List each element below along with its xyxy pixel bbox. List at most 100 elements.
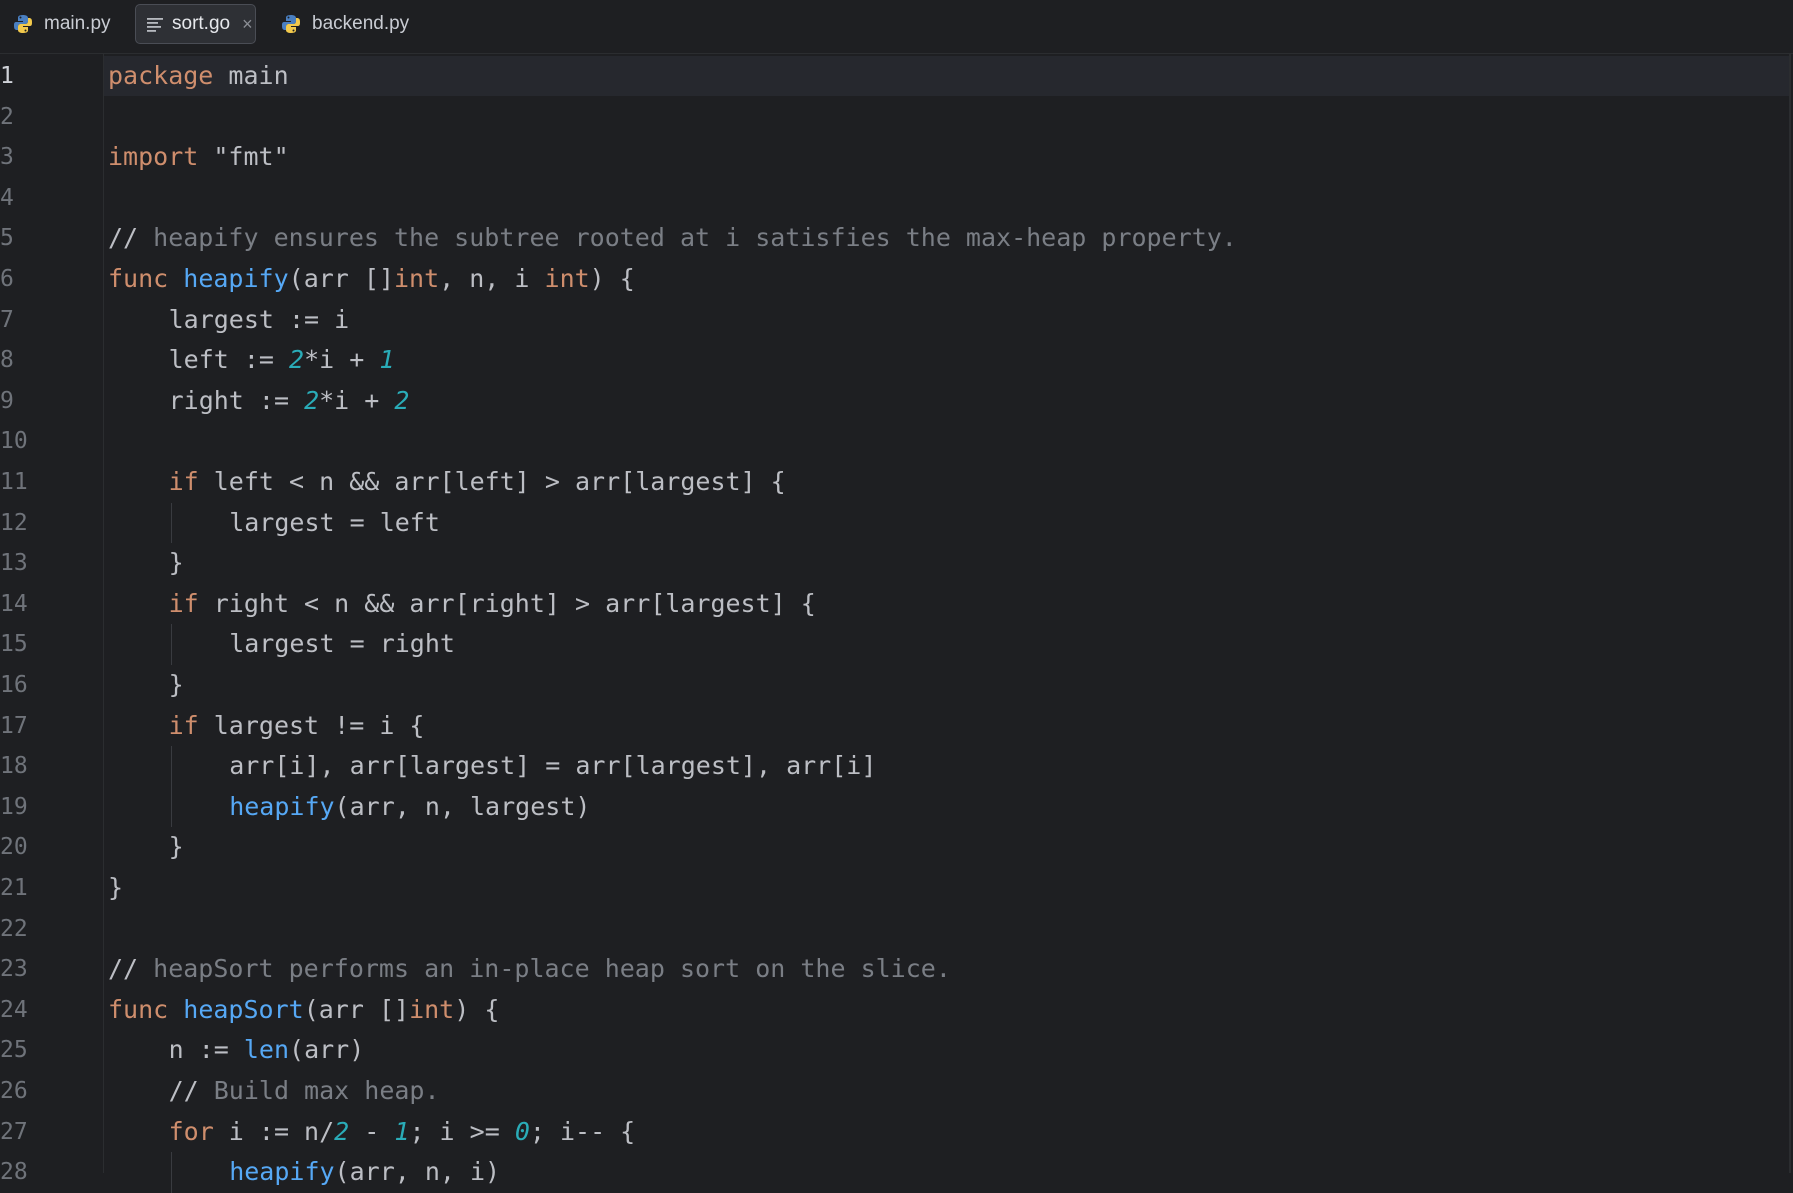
line-number: 3 (0, 144, 14, 171)
code-token: } (168, 670, 184, 699)
line-number: 14 (0, 590, 28, 617)
code-token: Build max heap. (213, 1076, 440, 1105)
code-text: largest = right (229, 624, 455, 664)
code-token: largest != i { (198, 710, 425, 740)
code-text: // heapSort performs an in-place heap so… (108, 949, 951, 989)
line-number: 4 (0, 184, 14, 211)
code-token: } (108, 873, 124, 902)
code-token: main (213, 61, 289, 90)
line-number: 23 (0, 956, 28, 983)
code-line[interactable]: 15 largest = right (0, 624, 1780, 664)
code-line[interactable]: 28 heapify(arr, n, i) (0, 1152, 1780, 1192)
code-token: right < n && arr[right] > arr[largest] { (198, 588, 816, 618)
code-line[interactable]: 5 // heapify ensures the subtree rooted a… (0, 218, 1780, 258)
tab-backend-py[interactable]: backend.py (276, 4, 413, 44)
code-line[interactable]: 24 func heapSort(arr []int) { (0, 990, 1780, 1030)
code-editor[interactable]: 1 package main 2 3 import "fmt" 4 5// heapify … (0, 54, 1793, 1193)
code-line[interactable]: 8 left := 2*i + 1 (0, 340, 1780, 380)
code-token: len (243, 1035, 290, 1065)
code-line[interactable]: 25 n := len(arr) (0, 1030, 1780, 1070)
code-line[interactable]: 4 (0, 178, 1780, 218)
code-text: for i := n/2 - 1; i >= 0; i-- { (169, 1112, 636, 1152)
code-token: 2 (394, 385, 410, 415)
code-token: import (108, 142, 199, 172)
code-line[interactable]: 18 arr[i], arr[largest] = arr[largest], a… (0, 746, 1780, 786)
tab-main-py[interactable]: main.py (8, 4, 115, 44)
code-line[interactable]: 12 largest = left (0, 503, 1780, 543)
line-number: 15 (0, 631, 28, 658)
code-line[interactable]: 1 package main (0, 56, 1780, 96)
code-line[interactable]: 9 right := 2*i + 2 (0, 381, 1780, 421)
editor-tab-bar: main.py sort.go × backend.py (0, 0, 1793, 54)
code-token: func (108, 264, 169, 293)
code-text: package main (108, 56, 289, 96)
indent-guide (170, 502, 172, 544)
code-text: } (169, 827, 184, 867)
code-text: heapify(arr, n, i) (229, 1152, 500, 1192)
code-line[interactable]: 6 func heapify(arr []int, n, i int) { (0, 259, 1780, 299)
python-icon (280, 13, 302, 35)
code-line[interactable]: 11 if left < n && arr[left] > arr[largest… (0, 462, 1780, 502)
code-line[interactable]: 16} (0, 665, 1780, 705)
code-line[interactable]: 3 import "fmt" (0, 137, 1780, 177)
line-number: 13 (0, 550, 28, 577)
code-token: heapSort (183, 994, 304, 1024)
indent-guide (170, 746, 172, 828)
code-token: int (394, 264, 440, 293)
code-line[interactable]: 22 (0, 909, 1780, 949)
code-text: left := 2*i + 1 (169, 340, 395, 380)
code-line[interactable]: 27 for i := n/2 - 1; i >= 0; i-- { (0, 1112, 1780, 1152)
code-token: for (168, 1116, 214, 1146)
code-line[interactable]: 23 // heapSort performs an in-place heap … (0, 949, 1780, 989)
code-text: } (108, 868, 123, 908)
code-token: i := n/ (213, 1116, 335, 1146)
line-number: 2 (0, 103, 14, 130)
line-number: 28 (0, 1159, 28, 1186)
line-number: 17 (0, 712, 28, 739)
code-token: if (168, 710, 199, 740)
code-token: n := (168, 1035, 244, 1065)
code-token: ) { (454, 994, 500, 1024)
code-token: 1 (394, 1116, 410, 1146)
tab-sort-go[interactable]: sort.go × (135, 4, 256, 44)
code-token: heapify (183, 264, 289, 293)
code-line[interactable]: 17 if largest != i { (0, 706, 1780, 746)
line-number: 1 (0, 63, 14, 89)
line-number: 11 (0, 469, 28, 495)
code-token: package (108, 61, 214, 90)
line-number: 20 (0, 834, 28, 861)
code-line[interactable]: 10 (0, 421, 1780, 461)
line-number: 22 (0, 915, 28, 942)
line-number: 24 (0, 996, 28, 1023)
code-line[interactable]: 14 if right < n && arr[right] > arr[large… (0, 584, 1780, 624)
line-number: 27 (0, 1118, 28, 1145)
code-token: largest = right (229, 629, 455, 659)
code-text: right := 2*i + 2 (169, 381, 410, 421)
code-line[interactable]: 21} (0, 868, 1780, 908)
code-token: (arr, n, largest) (334, 791, 591, 821)
code-line[interactable]: 20} (0, 827, 1780, 867)
code-line[interactable]: 2 (0, 97, 1780, 137)
code-token: 2 (304, 385, 320, 415)
code-token: } (168, 548, 184, 578)
code-token: "fmt" (198, 142, 289, 172)
code-token: right := (168, 385, 305, 415)
code-line[interactable]: 26 // Build max heap. (0, 1071, 1780, 1111)
code-text: largest = left (229, 503, 440, 543)
line-number: 8 (0, 347, 14, 374)
code-line[interactable]: 19 heapify(arr, n, largest) (0, 787, 1780, 827)
code-token: - (349, 1116, 395, 1146)
line-number: 18 (0, 753, 28, 780)
code-text: // heapify ensures the subtree rooted at… (108, 218, 1237, 258)
code-line[interactable]: 13} (0, 543, 1780, 583)
editor-scrollbar[interactable] (1789, 54, 1791, 1173)
code-token: left < n && arr[left] > arr[largest] { (198, 467, 786, 496)
code-token: 2 (334, 1116, 350, 1146)
code-token: , n, i (439, 264, 545, 293)
code-line[interactable]: 7 largest := i (0, 300, 1780, 340)
code-token: ) { (589, 264, 635, 293)
close-icon[interactable]: × (242, 14, 253, 35)
code-token: heapify ensures the subtree rooted at i … (153, 223, 1237, 253)
code-token: int (409, 994, 455, 1024)
code-text: largest := i (169, 300, 350, 340)
